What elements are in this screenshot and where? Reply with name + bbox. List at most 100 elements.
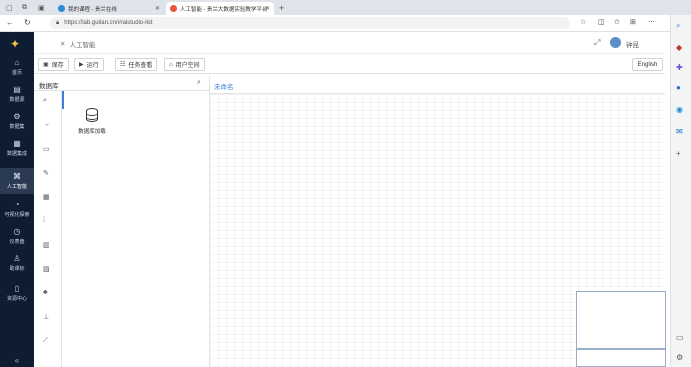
tasks-button[interactable]: ☷ 任务查看 xyxy=(115,58,158,71)
bar-chart-icon[interactable]: ▥ xyxy=(43,241,50,249)
userspace-button[interactable]: ⌂ 用户空间 xyxy=(164,58,205,71)
browser-tab-bar: ▢ ⧉ ▣ 我的课程 - 贵兰在线 ✕ 人工智能 - 贵兰大数据实验教学平台 ✕… xyxy=(0,0,691,15)
active-indicator xyxy=(62,91,64,109)
arrow-icon[interactable]: → xyxy=(43,121,50,128)
refresh-icon[interactable]: ↻ xyxy=(24,18,31,27)
app-header: ✕ 人工智能 ⤢ 钟昆 xyxy=(34,32,665,54)
tab-actions-icon[interactable]: ▣ xyxy=(38,4,45,12)
image-icon[interactable]: ▨ xyxy=(43,265,50,273)
sidebar-item-label: 数据集成 xyxy=(6,151,27,157)
plus-icon[interactable]: + xyxy=(279,3,284,13)
sidebar-item-label: 助课标 xyxy=(9,266,25,272)
sidebar-item-assist[interactable]: ♙ 助课标 xyxy=(0,250,34,276)
sidebar-item-label: 数据源 xyxy=(9,97,25,103)
save-label: 保存 xyxy=(51,63,64,69)
save-icon: ▣ xyxy=(43,62,49,68)
shopping-icon[interactable]: ◆ xyxy=(676,43,682,52)
fullscreen-icon[interactable]: ⤢ xyxy=(594,38,600,48)
columns-icon[interactable]: ⁞ xyxy=(43,217,45,224)
sidebar-item-ai[interactable]: ⌘ 人工智能 xyxy=(0,168,34,194)
table-icon: ▦ xyxy=(13,139,21,148)
search-icon[interactable]: ⌕ xyxy=(197,79,201,87)
user-name[interactable]: 钟昆 xyxy=(626,39,639,49)
browser-side-panel: ⌕ ◆ ✚ ● ◉ ✉ + ▭ ⚙ xyxy=(670,15,691,367)
tasks-label: 任务查看 xyxy=(128,63,153,69)
userspace-label: 用户空间 xyxy=(175,63,200,69)
toolbar: ▣ 保存 ▶ 运行 ☷ 任务查看 ⌂ 用户空间 English xyxy=(34,54,665,74)
sidebar-item-label: 资源中心 xyxy=(6,296,27,302)
collapse-sidebar-button[interactable]: « xyxy=(0,356,34,365)
sidebar-item-label: 首页 xyxy=(11,70,22,76)
games-icon[interactable]: ● xyxy=(676,83,681,92)
run-label: 运行 xyxy=(86,63,99,69)
app-sidebar: ✦ ⌂ 首页 ▤ 数据源 ⚙ 数据集 ▦ 数据集成 ⌘ 人工智能 ◔ 可视化探索… xyxy=(0,32,34,367)
sidebar-item-dataset[interactable]: ⚙ 数据集 xyxy=(0,108,34,134)
logo-icon: ✦ xyxy=(10,37,21,51)
file-icon: ▤ xyxy=(13,85,21,94)
close-icon[interactable]: ✕ xyxy=(265,5,270,12)
workspaces-icon[interactable]: ⧉ xyxy=(22,4,27,12)
tree-icon[interactable]: ♣ xyxy=(43,289,48,296)
close-icon[interactable]: ✕ xyxy=(155,5,160,12)
add-icon[interactable]: + xyxy=(676,149,681,158)
window-icon[interactable]: ▭ xyxy=(43,145,50,153)
grid-icon[interactable]: ▦ xyxy=(43,193,50,201)
sidebar-item-dashboard[interactable]: ◷ 仪表盘 xyxy=(0,223,34,249)
page-title: ✕ 人工智能 xyxy=(60,39,95,49)
sidebar-item-visual[interactable]: ◔ 可视化探索 xyxy=(0,196,34,222)
sidebar-item-label: 可视化探索 xyxy=(4,212,30,218)
minimap[interactable] xyxy=(576,291,666,349)
sidebar-item-label: 仪表盘 xyxy=(9,239,25,245)
component-icon-strip: ⌕ → ▭ ✎ ▦ ⁞ ▥ ▨ ♣ ⊥ ⟋ xyxy=(34,91,62,367)
sidebar-item-integration[interactable]: ▦ 数据集成 xyxy=(0,135,34,161)
tab-label: 我的课程 - 贵兰在线 xyxy=(68,6,117,13)
page-title-text: 人工智能 xyxy=(69,42,96,49)
tab-favicon xyxy=(170,5,177,12)
search-icon[interactable]: ⌕ xyxy=(43,97,47,105)
star-icon[interactable]: ☆ xyxy=(580,18,586,26)
url-input[interactable]: 🔒︎ https://lab.guilan.cn/#/aistudio-list xyxy=(50,17,570,29)
browser-tab-ai[interactable]: 人工智能 - 贵兰大数据实验教学平台 ✕ xyxy=(166,2,274,15)
search-icon[interactable]: ⌕ xyxy=(676,21,680,31)
sidebar-item-datasource[interactable]: ▤ 数据源 xyxy=(0,81,34,107)
run-button[interactable]: ▶ 运行 xyxy=(74,58,104,71)
ai-icon: ✕ xyxy=(60,41,66,48)
gear-icon: ⚙ xyxy=(13,112,21,121)
sidebar-item-home[interactable]: ⌂ 首页 xyxy=(0,54,34,80)
save-button[interactable]: ▣ 保存 xyxy=(38,58,69,71)
task-icon: ☷ xyxy=(120,62,126,68)
home-icon: ⌂ xyxy=(169,61,173,68)
sidebar-item-resources[interactable]: ▯ 资源中心 xyxy=(0,280,34,306)
more-icon[interactable]: ⋯ xyxy=(648,18,655,26)
avatar[interactable] xyxy=(610,37,621,48)
book-icon: ▯ xyxy=(14,284,20,293)
office-icon[interactable]: ◉ xyxy=(676,105,683,114)
line-chart-icon[interactable]: ⟋ xyxy=(43,337,48,345)
database-load-item[interactable]: 数据库加载 xyxy=(72,108,112,144)
browser-address-bar: ← ↻ 🔒︎ https://lab.guilan.cn/#/aistudio-… xyxy=(0,15,691,32)
browser-profile-icon[interactable]: ▢ xyxy=(6,4,13,12)
collections-icon[interactable]: ⊞ xyxy=(630,18,636,26)
lock-icon: 🔒︎ xyxy=(56,19,60,26)
language-button[interactable]: English xyxy=(632,58,663,71)
canvas-tab-bar: 未命名 xyxy=(210,76,665,94)
back-icon[interactable]: ← xyxy=(6,18,14,27)
favorites-icon[interactable]: ✩ xyxy=(614,18,620,26)
dashboard-icon: ◷ xyxy=(13,227,21,236)
tab-favicon xyxy=(58,5,65,12)
tools-icon[interactable]: ✚ xyxy=(676,63,683,72)
panel-title: 数据库 xyxy=(39,83,59,90)
sidebar-toggle-icon[interactable]: ▭ xyxy=(676,333,684,342)
tab-label: 人工智能 - 贵兰大数据实验教学平台 xyxy=(180,6,268,13)
wrench-icon[interactable]: ✎ xyxy=(43,169,49,177)
gear-icon[interactable]: ⚙ xyxy=(676,353,683,362)
database-load-label: 数据库加载 xyxy=(78,129,106,135)
outlook-icon[interactable]: ✉ xyxy=(676,127,683,136)
browser-tab-course[interactable]: 我的课程 - 贵兰在线 ✕ xyxy=(54,2,164,15)
sidebar-item-label: 人工智能 xyxy=(6,184,27,190)
panel-header: 数据库 ⌕ xyxy=(34,76,210,91)
split-screen-icon[interactable]: ◫ xyxy=(598,18,605,26)
tab-untitled[interactable]: 未命名 xyxy=(214,81,234,91)
pie-icon: ◔ xyxy=(14,200,20,209)
chart-icon[interactable]: ⊥ xyxy=(43,313,49,321)
